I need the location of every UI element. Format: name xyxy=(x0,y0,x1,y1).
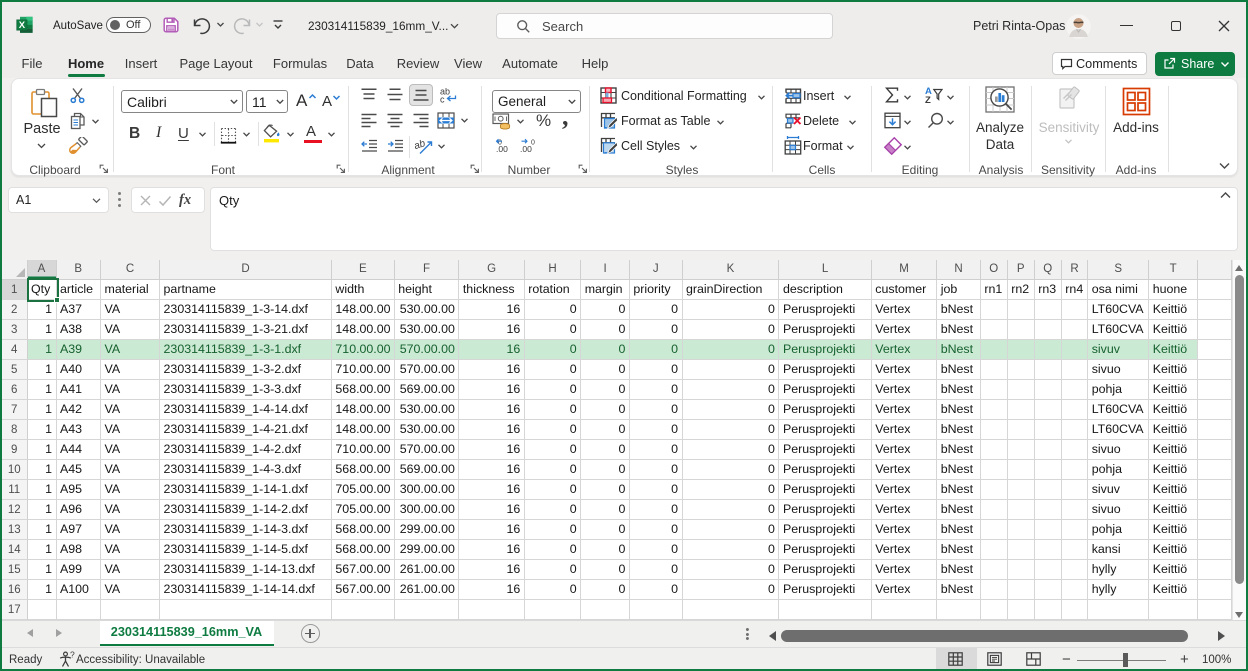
svg-text:Z: Z xyxy=(925,95,931,104)
svg-text:c: c xyxy=(440,95,445,104)
svg-text:X: X xyxy=(19,20,26,31)
svg-text:?: ? xyxy=(70,651,75,660)
svg-text:0: 0 xyxy=(531,140,535,147)
svg-text:ab: ab xyxy=(415,138,427,152)
